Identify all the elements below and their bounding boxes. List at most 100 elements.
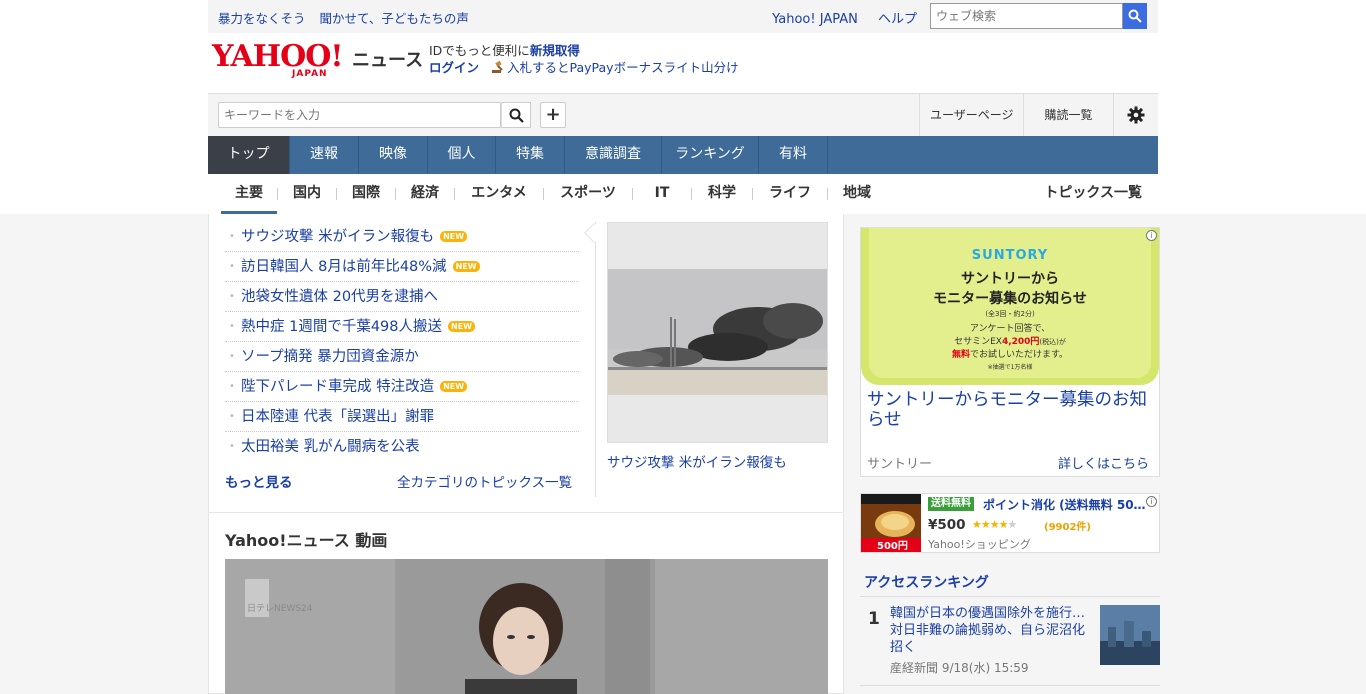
banner-free: 無料: [951, 350, 970, 360]
topic-title[interactable]: 日本陸連 代表「誤選出」謝罪: [241, 409, 434, 425]
ranking-item[interactable]: 1 韓国が日本の優遇国除外を施行… 対日非難の論拠弱め、自ら泥沼化招く 産経新聞…: [860, 605, 1160, 683]
signup-link[interactable]: 新規取得: [530, 43, 580, 58]
topic-title[interactable]: 太田裕美 乳がん闘病を公表: [241, 439, 420, 455]
topics-list-link[interactable]: トピックス一覧: [1044, 174, 1142, 212]
keyword-search-row: + ユーザーページ 購読一覧: [208, 93, 1158, 136]
new-badge: NEW: [452, 260, 480, 272]
nav-paid[interactable]: 有料: [759, 136, 828, 174]
ad-more-link[interactable]: 詳しくはこちら: [1058, 453, 1149, 472]
banner-line-1: アンケート回答で、: [969, 324, 1051, 334]
keyword-search-input[interactable]: [218, 102, 501, 128]
logo-row: YAHOO! JAPAN ニュース IDでもっと便利に新規取得 ログイン 入札す…: [208, 33, 1158, 93]
top-links: Yahoo! JAPAN ヘルプ: [772, 8, 917, 27]
suntory-ad[interactable]: SUNTORY サントリーから モニター募集のお知らせ (全3回・約2分) アンケ…: [860, 227, 1160, 477]
auction-promo-link[interactable]: 入札するとPayPayボーナスライト山分け: [507, 60, 739, 75]
topic-title[interactable]: 訪日韓国人 8月は前年比48%減: [241, 259, 447, 275]
star-icon: ★: [989, 518, 1000, 531]
logo-sub: JAPAN: [292, 69, 328, 79]
ad-banner[interactable]: SUNTORY サントリーから モニター募集のお知らせ (全3回・約2分) アンケ…: [861, 228, 1159, 385]
photo-caption[interactable]: サウジ攻撃 米がイラン報復も: [607, 451, 787, 471]
topic-title[interactable]: サウジ攻撃 米がイラン報復も: [241, 229, 434, 245]
subnav-it[interactable]: IT: [633, 174, 691, 214]
banner-limit: ※抽選で1万名様: [987, 364, 1033, 371]
list-item[interactable]: 日本陸連 代表「誤選出」謝罪: [225, 402, 579, 432]
add-button[interactable]: +: [540, 102, 566, 128]
banner-title-2: モニター募集のお知らせ: [933, 291, 1087, 307]
gear-icon: [1127, 106, 1145, 124]
star-icon: ★: [980, 518, 991, 531]
banner-price: 4,200円: [1001, 337, 1040, 347]
rank-number: 1: [868, 609, 880, 629]
list-item[interactable]: サウジ攻撃 米がイラン報復も NEW: [225, 222, 579, 252]
banner-line-2b: (税込)が: [1039, 338, 1066, 346]
topic-photo[interactable]: [607, 222, 828, 443]
video-frame-image: 日テレNEWS24: [225, 559, 828, 694]
ramen-product-thumbnail[interactable]: 500円: [861, 494, 921, 552]
topic-title[interactable]: 池袋女性遺体 20代男を逮捕へ: [241, 289, 438, 305]
nav-ranking[interactable]: ランキング: [662, 136, 759, 174]
ranking-title[interactable]: アクセスランキング: [864, 572, 989, 592]
list-item[interactable]: 訪日韓国人 8月は前年比48%減 NEW: [225, 252, 579, 282]
subnav-domestic[interactable]: 国内: [278, 174, 336, 214]
id-promo: IDでもっと便利に新規取得 ログイン 入札するとPayPayボーナスライト山分け: [429, 42, 739, 76]
promo-link-children[interactable]: 聞かせて、子どもたちの声: [320, 11, 469, 26]
shopping-ad[interactable]: 500円 送料無料 ポイント消化 (送料無料 50… ¥500 ★★★★★ (9…: [860, 493, 1160, 553]
star-icon: ★: [972, 518, 982, 531]
gavel-icon: [491, 60, 505, 73]
ad-info-icon[interactable]: i: [1146, 496, 1157, 507]
settings-button[interactable]: [1113, 94, 1158, 136]
all-categories-link[interactable]: 全カテゴリのトピックス一覧: [397, 471, 572, 491]
rank-thumbnail[interactable]: [1100, 605, 1160, 665]
subnav-region[interactable]: 地域: [828, 174, 886, 214]
login-link[interactable]: ログイン: [429, 60, 479, 75]
product-price: ¥500: [928, 517, 966, 533]
nav-top[interactable]: トップ: [208, 136, 290, 174]
list-item[interactable]: 池袋女性遺体 20代男を逮捕へ: [225, 282, 579, 312]
rank-title[interactable]: 韓国が日本の優遇国除外を施行… 対日非難の論拠弱め、自ら泥沼化招く: [890, 605, 1090, 656]
help-link[interactable]: ヘルプ: [878, 12, 917, 27]
thumb-price: 500円: [877, 540, 908, 552]
keyword-search-button[interactable]: [501, 102, 531, 128]
list-item[interactable]: ソープ摘発 暴力団資金源か: [225, 342, 579, 372]
user-page-link[interactable]: ユーザーページ: [919, 94, 1023, 136]
web-search-button[interactable]: [1123, 3, 1147, 29]
user-menu: ユーザーページ 購読一覧: [919, 94, 1158, 136]
star-empty-icon: ★: [1007, 518, 1018, 531]
list-item[interactable]: 太田裕美 乳がん闘病を公表: [225, 432, 579, 462]
video-channel-logo: 日テレNEWS24: [247, 603, 313, 614]
subnav-life[interactable]: ライフ: [753, 174, 827, 214]
list-item[interactable]: 熱中症 1週間で千葉498人搬送 NEW: [225, 312, 579, 342]
video-player[interactable]: 日テレNEWS24: [225, 559, 828, 694]
topic-title[interactable]: 陛下パレード車完成 特注改造: [241, 379, 434, 395]
search-icon: [1128, 9, 1142, 23]
banner-note: (全3回・約2分): [985, 310, 1035, 318]
product-title[interactable]: ポイント消化 (送料無料 50…: [983, 496, 1146, 513]
nav-individual[interactable]: 個人: [428, 136, 496, 174]
subscriptions-link[interactable]: 購読一覧: [1023, 94, 1113, 136]
subnav-main[interactable]: 主要: [221, 174, 277, 214]
subnav-entertainment[interactable]: エンタメ: [455, 174, 543, 214]
yahoo-japan-link[interactable]: Yahoo! JAPAN: [772, 12, 858, 27]
new-badge: NEW: [440, 230, 468, 242]
service-name[interactable]: ニュース: [352, 46, 423, 72]
yahoo-logo[interactable]: YAHOO! JAPAN: [212, 42, 352, 82]
subnav-sports[interactable]: スポーツ: [544, 174, 632, 214]
topic-title[interactable]: 熱中症 1週間で千葉498人搬送: [241, 319, 442, 335]
web-search-input[interactable]: [930, 3, 1123, 29]
list-item[interactable]: 陛下パレード車完成 特注改造 NEW: [225, 372, 579, 402]
subnav-world[interactable]: 国際: [337, 174, 395, 214]
nav-breaking[interactable]: 速報: [290, 136, 359, 174]
ad-title[interactable]: サントリーからモニター募集のお知らせ: [867, 390, 1153, 430]
ad-info-icon[interactable]: i: [1146, 230, 1157, 241]
topic-title[interactable]: ソープ摘発 暴力団資金源か: [241, 349, 419, 365]
subnav-science[interactable]: 科学: [692, 174, 752, 214]
more-link[interactable]: もっと見る: [225, 471, 293, 491]
nav-feature[interactable]: 特集: [496, 136, 565, 174]
subnav-economy[interactable]: 経済: [396, 174, 454, 214]
nav-video[interactable]: 映像: [359, 136, 428, 174]
nav-survey[interactable]: 意識調査: [565, 136, 662, 174]
promo-link-violence[interactable]: 暴力をなくそう: [218, 11, 306, 26]
smoke-photo-image: [608, 269, 827, 395]
promo-links: 暴力をなくそう 聞かせて、子どもたちの声: [218, 8, 469, 27]
main-content: サウジ攻撃 米がイラン報復も NEW 訪日韓国人 8月は前年比48%減 NEW 池袋…: [208, 214, 844, 694]
